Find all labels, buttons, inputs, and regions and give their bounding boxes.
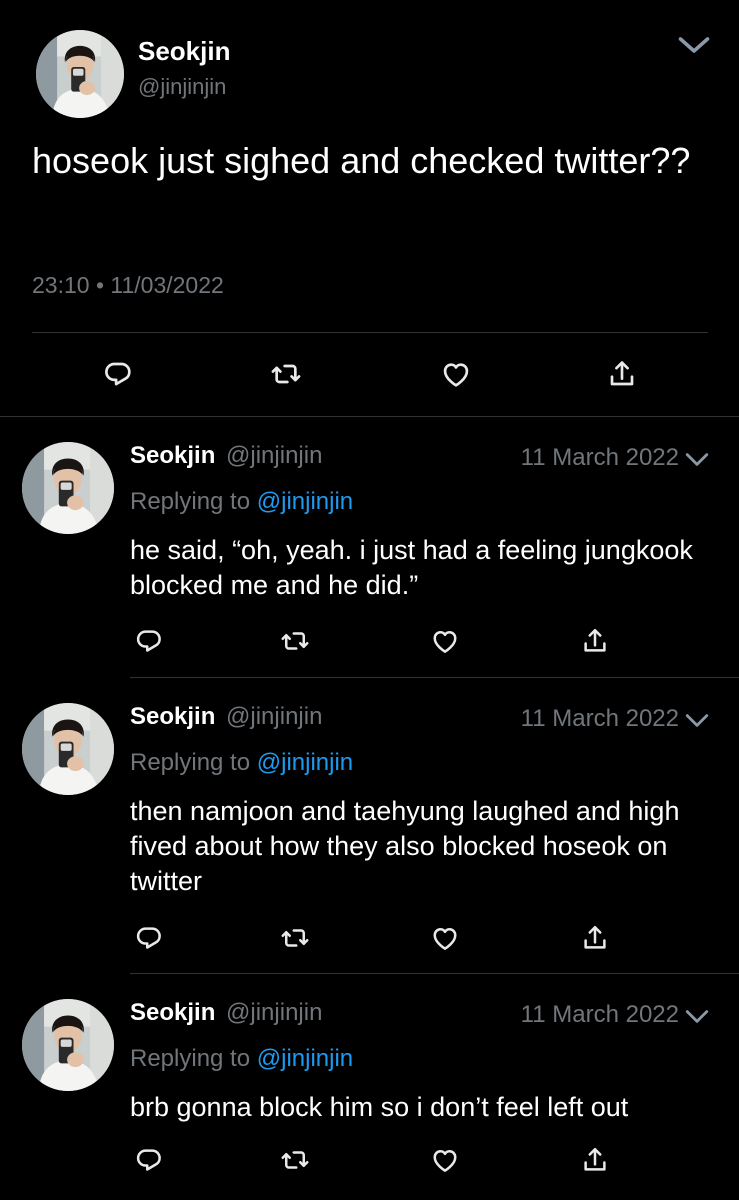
author-name[interactable]: Seokjin bbox=[130, 999, 215, 1026]
reply-date: 11 March 2022 bbox=[520, 1001, 679, 1028]
tweet-text: then namjoon and taehyung laughed and hi… bbox=[130, 796, 680, 896]
tweet-timestamp: 23:10 • 11/03/2022 bbox=[32, 272, 224, 298]
main-tweet: Seokjin @jinjinjin hoseok just sighed an… bbox=[0, 0, 739, 416]
replying-prefix: Replying to bbox=[130, 1045, 251, 1072]
reply-date: 11 March 2022 bbox=[520, 705, 679, 732]
like-icon[interactable] bbox=[430, 626, 460, 656]
reply-icon[interactable] bbox=[134, 1145, 164, 1175]
chevron-down-icon[interactable] bbox=[684, 450, 710, 470]
avatar[interactable] bbox=[22, 703, 114, 795]
avatar[interactable] bbox=[22, 999, 114, 1091]
reply-header: Seokjin @jinjinjin bbox=[130, 442, 322, 470]
like-icon[interactable] bbox=[440, 358, 472, 390]
like-icon[interactable] bbox=[430, 923, 460, 953]
retweet-icon[interactable] bbox=[270, 358, 302, 390]
author-handle[interactable]: @jinjinjin bbox=[226, 442, 322, 469]
retweet-icon[interactable] bbox=[280, 626, 310, 656]
author-handle[interactable]: @jinjinjin bbox=[226, 999, 322, 1026]
share-icon[interactable] bbox=[580, 626, 610, 656]
reply-icon[interactable] bbox=[134, 626, 164, 656]
author-name[interactable]: Seokjin bbox=[130, 442, 215, 469]
author-handle[interactable]: @jinjinjin bbox=[138, 74, 226, 100]
reply-date: 11 March 2022 bbox=[520, 444, 679, 471]
avatar-image bbox=[22, 999, 114, 1091]
share-icon[interactable] bbox=[580, 1145, 610, 1175]
replying-to: Replying to @jinjinjin bbox=[130, 488, 353, 516]
reply-icon[interactable] bbox=[134, 923, 164, 953]
retweet-icon[interactable] bbox=[280, 923, 310, 953]
reply-tweet[interactable]: Seokjin @jinjinjin 11 March 2022 Replyin… bbox=[0, 416, 739, 676]
avatar-image bbox=[22, 442, 114, 534]
avatar[interactable] bbox=[36, 30, 124, 118]
divider bbox=[32, 332, 708, 333]
share-icon[interactable] bbox=[606, 358, 638, 390]
reply-icon[interactable] bbox=[102, 358, 134, 390]
author-name[interactable]: Seokjin bbox=[138, 36, 230, 67]
avatar-image bbox=[22, 703, 114, 795]
replying-to: Replying to @jinjinjin bbox=[130, 1045, 353, 1073]
author-name[interactable]: Seokjin bbox=[130, 703, 215, 730]
tweet-text: brb gonna block him so i don’t feel left… bbox=[130, 1092, 629, 1122]
chevron-down-icon[interactable] bbox=[684, 711, 710, 731]
reply-tweet[interactable]: Seokjin @jinjinjin 11 March 2022 Replyin… bbox=[0, 677, 739, 973]
like-icon[interactable] bbox=[430, 1145, 460, 1175]
mention-link[interactable]: @jinjinjin bbox=[257, 488, 353, 515]
replying-to: Replying to @jinjinjin bbox=[130, 749, 353, 777]
share-icon[interactable] bbox=[580, 923, 610, 953]
reply-header: Seokjin @jinjinjin bbox=[130, 999, 322, 1027]
chevron-down-icon[interactable] bbox=[676, 30, 712, 60]
replying-prefix: Replying to bbox=[130, 488, 251, 515]
mention-link[interactable]: @jinjinjin bbox=[257, 1045, 353, 1072]
chevron-down-icon[interactable] bbox=[684, 1007, 710, 1027]
retweet-icon[interactable] bbox=[280, 1145, 310, 1175]
tweet-text: he said, “oh, yeah. i just had a feeling… bbox=[130, 535, 693, 600]
mention-link[interactable]: @jinjinjin bbox=[257, 749, 353, 776]
avatar-image bbox=[36, 30, 124, 118]
author-handle[interactable]: @jinjinjin bbox=[226, 703, 322, 730]
avatar[interactable] bbox=[22, 442, 114, 534]
replying-prefix: Replying to bbox=[130, 749, 251, 776]
reply-header: Seokjin @jinjinjin bbox=[130, 703, 322, 731]
tweet-text: hoseok just sighed and checked twitter?? bbox=[32, 140, 691, 181]
reply-tweet[interactable]: Seokjin @jinjinjin 11 March 2022 Replyin… bbox=[0, 973, 739, 1200]
